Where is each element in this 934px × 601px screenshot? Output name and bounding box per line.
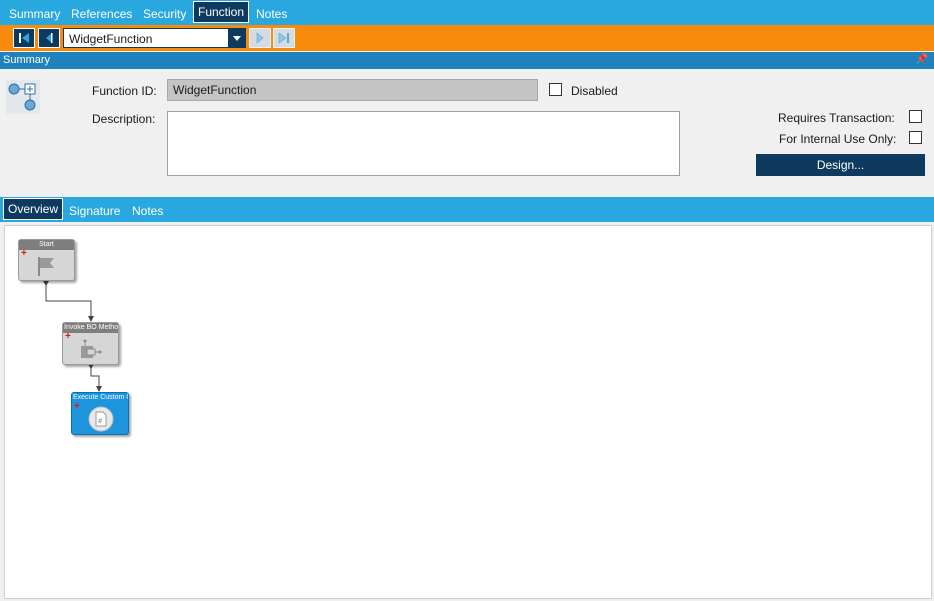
tab-notes[interactable]: Notes <box>252 0 291 25</box>
flow-node-invoke-bo-method[interactable]: Invoke BO Method + <box>62 322 119 365</box>
previous-icon <box>46 33 53 43</box>
add-step-icon[interactable]: + <box>65 332 71 342</box>
tab-detail-notes[interactable]: Notes <box>132 197 163 222</box>
add-step-icon[interactable]: + <box>74 402 80 412</box>
disabled-checkbox[interactable] <box>549 83 562 96</box>
method-invoke-icon <box>81 339 102 358</box>
skip-first-icon <box>19 33 29 43</box>
add-step-icon[interactable]: + <box>21 249 27 259</box>
tab-signature[interactable]: Signature <box>69 197 120 222</box>
next-record-button[interactable] <box>249 28 271 48</box>
internal-use-label: For Internal Use Only: <box>779 132 897 146</box>
flow-node-title: Invoke BO Method <box>63 323 118 333</box>
requires-transaction-label: Requires Transaction: <box>778 111 895 125</box>
custom-code-icon: # <box>88 406 114 432</box>
previous-record-button[interactable] <box>38 28 60 48</box>
flow-node-start[interactable]: Start + <box>18 239 75 281</box>
skip-last-icon <box>278 32 289 44</box>
tab-references[interactable]: References <box>67 0 136 25</box>
tab-security[interactable]: Security <box>139 0 190 25</box>
dropdown-arrow-icon[interactable] <box>228 29 245 47</box>
summary-panel-header: Summary 📌 <box>0 52 934 69</box>
flow-connectors <box>43 281 102 392</box>
tab-function[interactable]: Function <box>193 1 250 23</box>
summary-panel-title: Summary <box>3 54 51 66</box>
flow-node-title: Start <box>19 240 74 250</box>
record-navigation-bar: WidgetFunction <box>0 25 934 51</box>
first-record-button[interactable] <box>13 28 35 48</box>
detail-tab-bar: Overview Signature Notes <box>0 197 934 222</box>
function-hierarchy-icon <box>6 80 40 114</box>
function-selector-value: WidgetFunction <box>69 32 153 46</box>
design-button[interactable]: Design... <box>756 154 925 176</box>
flag-icon <box>38 257 54 276</box>
description-label: Description: <box>92 112 156 126</box>
disabled-label: Disabled <box>571 84 618 98</box>
function-selector[interactable]: WidgetFunction <box>63 28 246 48</box>
flow-node-execute-custom-code[interactable]: Execute Custom Co + # <box>71 392 129 435</box>
flow-canvas[interactable]: Start + Invoke BO Method + Execute Custo… <box>4 225 932 599</box>
internal-use-checkbox[interactable] <box>909 131 922 144</box>
description-field[interactable] <box>167 111 680 176</box>
requires-transaction-checkbox[interactable] <box>909 110 922 123</box>
next-icon <box>256 32 264 44</box>
flow-node-title: Execute Custom Co <box>72 393 128 403</box>
function-id-field[interactable]: WidgetFunction <box>167 79 538 101</box>
pin-icon[interactable]: 📌 <box>916 54 928 65</box>
tab-overview[interactable]: Overview <box>3 198 64 220</box>
main-tab-bar: Summary References Security Function Not… <box>0 0 934 25</box>
last-record-button[interactable] <box>273 28 295 48</box>
tab-summary[interactable]: Summary <box>5 0 64 25</box>
function-id-label: Function ID: <box>92 84 157 98</box>
